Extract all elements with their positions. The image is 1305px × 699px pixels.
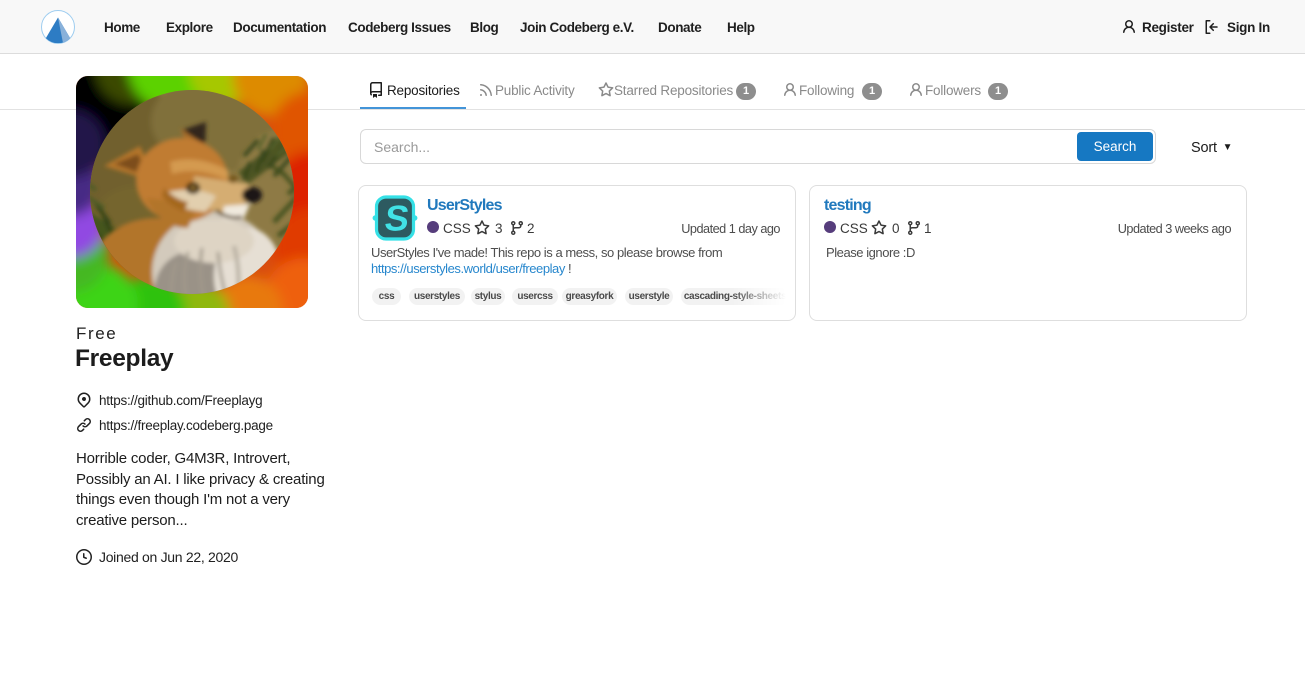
svg-text:S: S [383, 198, 412, 239]
